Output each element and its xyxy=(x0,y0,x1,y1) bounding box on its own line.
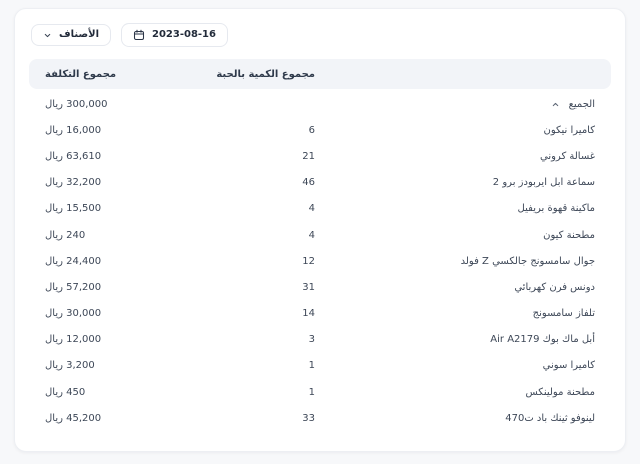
header-quantity: مجموع الكمية بالحبة xyxy=(195,69,315,80)
table-row: دونس فرن كهربائي 31 57,200 ريال xyxy=(29,274,611,300)
item-name: أبل ماك بوك Air A2179 xyxy=(490,334,595,345)
item-quantity: 14 xyxy=(195,308,315,319)
item-name: تلفاز سامسونج xyxy=(533,308,595,319)
table-row: الجميع 300,000 ريال xyxy=(29,91,611,117)
item-quantity: 31 xyxy=(195,282,315,293)
item-name: ماكينة قهوة بريفيل xyxy=(518,203,595,214)
table-row: لينوفو ثينك باد ت470 33 45,200 ريال xyxy=(29,405,611,431)
table-row: سماعة ابل ايربودز برو 2 46 32,200 ريال xyxy=(29,170,611,196)
item-cost: 3,200 ريال xyxy=(45,360,195,371)
table-row: مطحنة مولينكس 1 450 ريال xyxy=(29,379,611,405)
item-cost: 240 ريال xyxy=(45,230,195,241)
toolbar: الأصناف 2023-08-16 xyxy=(31,23,609,47)
item-cost: 57,200 ريال xyxy=(45,282,195,293)
item-cost: 32,200 ريال xyxy=(45,177,195,188)
item-quantity: 4 xyxy=(195,203,315,214)
date-picker[interactable]: 2023-08-16 xyxy=(121,23,228,47)
item-name: جوال سامسونج جالكسي Z فولد xyxy=(461,256,595,267)
item-cost: 15,500 ريال xyxy=(45,203,195,214)
categories-dropdown[interactable]: الأصناف xyxy=(31,24,111,46)
item-cost: 12,000 ريال xyxy=(45,334,195,345)
item-cost: 300,000 ريال xyxy=(45,99,195,110)
item-name: لينوفو ثينك باد ت470 xyxy=(505,413,595,424)
item-cost: 30,000 ريال xyxy=(45,308,195,319)
item-name: مطحنة مولينكس xyxy=(526,387,595,398)
item-quantity: 46 xyxy=(195,177,315,188)
item-quantity: 1 xyxy=(195,387,315,398)
item-cost: 45,200 ريال xyxy=(45,413,195,424)
item-quantity: 12 xyxy=(195,256,315,267)
table-row: جوال سامسونج جالكسي Z فولد 12 24,400 ريا… xyxy=(29,248,611,274)
table-row: كاميرا نيكون 6 16,000 ريال xyxy=(29,117,611,143)
table-body: الجميع 300,000 ريال كاميرا نيكون 6 16,00… xyxy=(29,91,611,443)
table-header: مجموع الكمية بالحبة مجموع التكلفة xyxy=(29,59,611,89)
item-cost: 16,000 ريال xyxy=(45,125,195,136)
table-row: كاميرا سوني 1 3,200 ريال xyxy=(29,353,611,379)
item-name: سماعة ابل ايربودز برو 2 xyxy=(493,177,595,188)
item-name: كاميرا نيكون xyxy=(544,125,596,136)
item-cost: 24,400 ريال xyxy=(45,256,195,267)
categories-dropdown-label: الأصناف xyxy=(59,30,99,40)
table-row: تلفاز سامسونج 14 30,000 ريال xyxy=(29,301,611,327)
item-quantity: 21 xyxy=(195,151,315,162)
date-value: 2023-08-16 xyxy=(152,30,216,40)
item-quantity: 6 xyxy=(195,125,315,136)
table-row: مطحنة كيون 4 240 ريال xyxy=(29,222,611,248)
item-quantity: 33 xyxy=(195,413,315,424)
report-card: الأصناف 2023-08-16 مجموع الكمية بالحبة م… xyxy=(14,8,626,452)
item-quantity: 4 xyxy=(195,230,315,241)
chevron-up-icon[interactable] xyxy=(551,100,560,109)
table-row: ماكينة قهوة بريفيل 4 15,500 ريال xyxy=(29,196,611,222)
item-name: كاميرا سوني xyxy=(543,360,595,371)
item-cost: 63,610 ريال xyxy=(45,151,195,162)
calendar-icon xyxy=(133,29,145,41)
item-quantity: 1 xyxy=(195,360,315,371)
item-name: غسالة كروني xyxy=(540,151,595,162)
chevron-down-icon xyxy=(43,31,52,40)
table-row: غسالة كروني 21 63,610 ريال xyxy=(29,143,611,169)
item-name: مطحنة كيون xyxy=(543,230,595,241)
item-quantity: 3 xyxy=(195,334,315,345)
item-name: الجميع xyxy=(569,99,595,110)
table-row: أبل ماك بوك Air A2179 3 12,000 ريال xyxy=(29,327,611,353)
header-cost: مجموع التكلفة xyxy=(45,69,195,80)
item-name: دونس فرن كهربائي xyxy=(514,282,595,293)
item-cost: 450 ريال xyxy=(45,387,195,398)
